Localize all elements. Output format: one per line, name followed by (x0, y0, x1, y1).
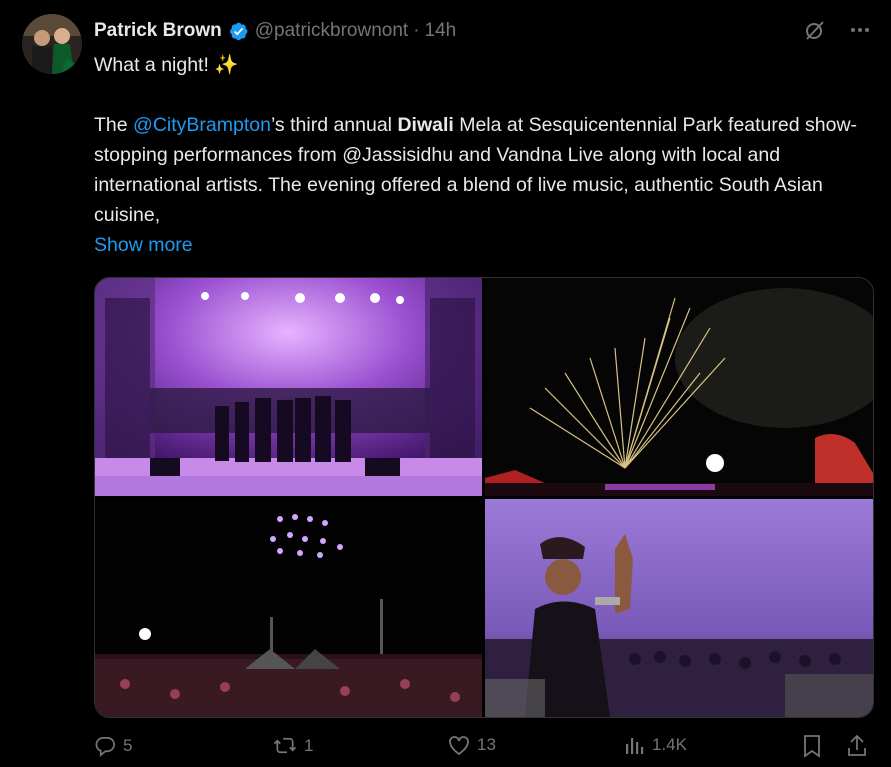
photo-fireworks[interactable] (485, 278, 873, 496)
verified-badge-icon (228, 21, 249, 42)
tweet-line1: What a night! ✨ (94, 54, 239, 76)
photo-singer[interactable] (485, 499, 873, 717)
photo-stage[interactable] (95, 278, 482, 496)
reply-count: 5 (123, 735, 133, 755)
body-prefix: The (94, 114, 134, 136)
bold-word: Diwali (397, 114, 454, 136)
body-mid: ’s third annual (270, 114, 398, 136)
share-icon (846, 734, 868, 758)
author-name[interactable]: Patrick Brown (94, 20, 222, 42)
grok-icon[interactable] (803, 18, 827, 42)
views-count: 1.4K (652, 735, 687, 754)
repost-button[interactable]: 1 (272, 734, 313, 757)
separator-dot: · (413, 20, 420, 41)
like-icon (447, 734, 471, 756)
action-bar: 5 1 13 1.4K (94, 734, 874, 762)
avatar[interactable] (22, 14, 82, 74)
photo-drone-show[interactable] (95, 499, 482, 717)
views-button[interactable]: 1.4K (624, 734, 687, 756)
tweet-text: What a night! ✨ The @CityBrampton’s thir… (94, 50, 874, 260)
like-count: 13 (477, 735, 496, 754)
mention-citybrampton[interactable]: @CityBrampton (133, 114, 271, 136)
show-more-link[interactable]: Show more (94, 230, 874, 260)
timestamp[interactable]: 14h (425, 20, 457, 42)
reply-button[interactable]: 5 (94, 734, 132, 757)
bookmark-icon (802, 734, 822, 758)
author-handle[interactable]: @patrickbrownont (255, 20, 408, 42)
more-icon[interactable] (849, 19, 871, 41)
bookmark-button[interactable] (802, 734, 822, 758)
repost-icon (272, 734, 298, 757)
top-icons (803, 18, 871, 42)
media-grid (94, 277, 874, 718)
like-button[interactable]: 13 (447, 734, 496, 756)
tweet-body: The @CityBrampton’s third annual Diwali … (94, 110, 874, 230)
share-button[interactable] (846, 734, 868, 758)
reply-icon (94, 734, 117, 757)
tweet-header: Patrick Brown @patrickbrownont · 14h (94, 17, 456, 45)
repost-count: 1 (304, 735, 314, 755)
views-icon (624, 734, 646, 756)
